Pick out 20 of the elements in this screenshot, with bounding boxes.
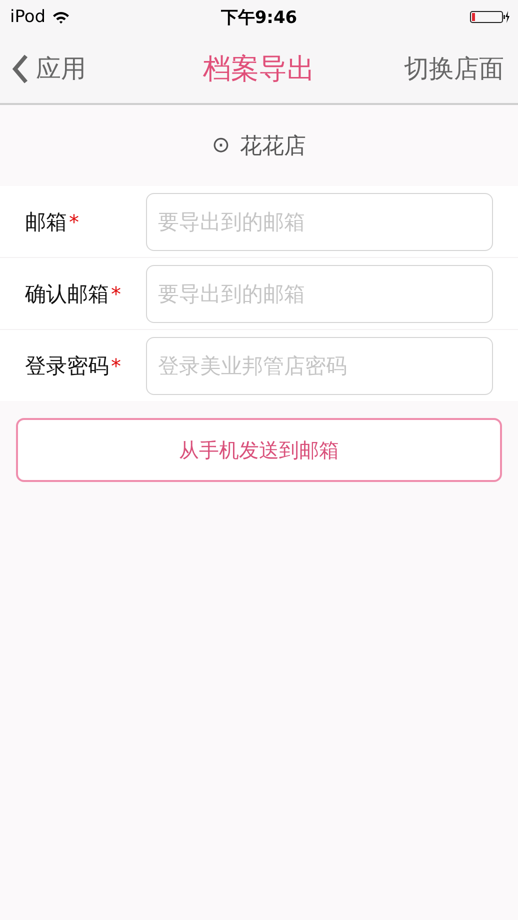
page-title: 档案导出 (203, 50, 315, 86)
field-label: 邮箱 (25, 208, 67, 236)
battery-icon (470, 10, 510, 24)
wifi-icon (52, 10, 70, 24)
switch-store-button[interactable]: 切换店面 (404, 52, 504, 85)
send-button[interactable]: 从手机发送到邮箱 (16, 418, 502, 482)
back-button[interactable]: 应用 (12, 52, 86, 85)
store-icon: ⊙ (212, 133, 230, 158)
clock-text: 下午9:46 (220, 6, 298, 28)
field-label: 确认邮箱 (25, 280, 109, 308)
required-mark: * (111, 282, 121, 306)
input-field[interactable]: 要导出到的邮箱 (146, 192, 493, 250)
carrier-text: iPod (10, 7, 46, 27)
store-name: 花花店 (240, 132, 306, 160)
required-mark: * (69, 210, 79, 234)
chevron-left-icon (12, 54, 28, 84)
input-field[interactable]: 登录美业邦管店密码 (146, 336, 493, 394)
input-field[interactable]: 要导出到的邮箱 (146, 264, 493, 322)
required-mark: * (111, 354, 121, 378)
field-label: 登录密码 (25, 352, 109, 380)
